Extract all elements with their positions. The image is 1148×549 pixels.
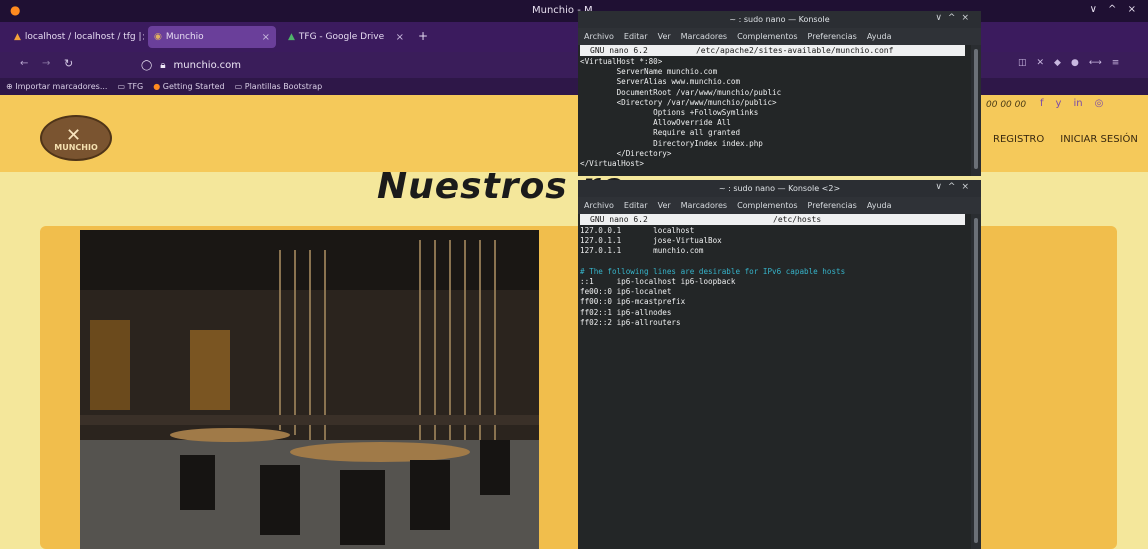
lock-icon: 🔒︎: [160, 59, 166, 71]
phone-number: 00 00 00: [986, 100, 1027, 110]
restaurant-photo: [80, 230, 539, 549]
terminal-line: 127.0.0.1 localhost: [580, 226, 695, 235]
scrollbar[interactable]: [971, 214, 981, 549]
window-controls[interactable]: ∨^×: [935, 13, 975, 23]
instagram-icon[interactable]: ◎: [1095, 98, 1104, 109]
bookmark-tfg[interactable]: ▭ TFG: [117, 82, 143, 91]
terminal-line: # The following lines are desirable for …: [580, 266, 846, 276]
reload-icon[interactable]: ↻: [64, 57, 73, 70]
tab-label: TFG - Google Drive: [298, 32, 385, 42]
terminal-line: ff02::2 ip6-allrouters: [580, 317, 681, 327]
terminal-line: </VirtualHost>: [580, 159, 645, 169]
toolbar-icons[interactable]: ◫✕◆●⟷≡: [1018, 58, 1129, 68]
window-controls[interactable]: ∨^×: [935, 182, 975, 192]
konsole-title-bar: ~ : sudo nano — Konsole <2> ∨^×: [578, 180, 981, 197]
login-link[interactable]: INICIAR SESIÓN: [1060, 134, 1138, 145]
konsole-title-bar: ~ : sudo nano — Konsole ∨^×: [578, 11, 981, 28]
konsole-title: ~ : sudo nano — Konsole: [729, 15, 830, 24]
terminal-line: ::1 ip6-localhost ip6-loopback: [580, 277, 736, 287]
menu-preferencias[interactable]: Preferencias: [808, 32, 857, 41]
new-tab-button[interactable]: +: [418, 29, 428, 43]
google-drive-icon: ▲: [288, 32, 295, 42]
firefox-logo-icon: ●: [10, 3, 21, 17]
restaurant-interior-illustration: [80, 230, 539, 549]
konsole-menu-bar: Archivo Editar Ver Marcadores Complement…: [578, 28, 981, 45]
menu-marcadores[interactable]: Marcadores: [681, 201, 727, 210]
konsole-menu-bar: Archivo Editar Ver Marcadores Complement…: [578, 197, 981, 214]
scrollbar[interactable]: [971, 45, 981, 176]
terminal-line: 127.0.1.1 jose-VirtualBox: [580, 236, 722, 246]
register-link[interactable]: REGISTRO: [993, 134, 1044, 145]
menu-archivo[interactable]: Archivo: [584, 201, 614, 210]
terminal-text[interactable]: <VirtualHost *:80> ServerName munchio.co…: [580, 57, 781, 169]
tab-label: Munchio: [165, 32, 204, 42]
konsole-title: ~ : sudo nano — Konsole <2>: [718, 184, 841, 193]
phpmyadmin-icon: ▲: [14, 32, 21, 42]
url-bar[interactable]: ◯ 🔒︎ munchio.com: [135, 56, 583, 74]
linkedin-icon[interactable]: in: [1073, 98, 1082, 109]
menu-ayuda[interactable]: Ayuda: [867, 32, 892, 41]
menu-preferencias[interactable]: Preferencias: [808, 201, 857, 210]
fork-knife-icon: ✕: [66, 125, 82, 146]
nano-header: GNU nano 6.2 /etc/apache2/sites-availabl…: [580, 45, 965, 56]
menu-archivo[interactable]: Archivo: [584, 32, 614, 41]
tab-label: localhost / localhost / tfg |: [24, 32, 142, 42]
menu-editar[interactable]: Editar: [624, 32, 648, 41]
bookmark-plantillas[interactable]: ▭ Plantillas Bootstrap: [235, 82, 323, 91]
menu-ayuda[interactable]: Ayuda: [867, 201, 892, 210]
terminal-line: ff02::1 ip6-allnodes: [580, 307, 672, 317]
terminal-line: Require all granted: [580, 128, 741, 138]
terminal-line: fe00::0 ip6-localnet: [580, 287, 672, 297]
konsole-window-hosts: ~ : sudo nano — Konsole <2> ∨^× Archivo …: [578, 180, 981, 549]
url-text: munchio.com: [173, 59, 242, 71]
menu-ver[interactable]: Ver: [658, 32, 671, 41]
forward-arrow-icon[interactable]: →: [42, 58, 50, 69]
terminal-line: ff00::0 ip6-mcastprefix: [580, 297, 686, 307]
tab-munchio[interactable]: ◉ Munchio ×: [148, 26, 276, 48]
munchio-favicon-icon: ◉: [154, 32, 162, 42]
close-tab-icon[interactable]: ×: [262, 32, 270, 43]
social-links: f y in ◎: [1040, 98, 1103, 109]
facebook-icon[interactable]: f: [1040, 98, 1044, 109]
close-tab-icon[interactable]: ×: [396, 32, 404, 43]
bookmark-import[interactable]: ⊕ Importar marcadores...: [6, 82, 107, 91]
terminal-line: ServerAlias www.munchio.com: [580, 77, 741, 87]
nano-header: GNU nano 6.2 /etc/hosts: [580, 214, 965, 225]
tab-google-drive[interactable]: ▲ TFG - Google Drive ×: [282, 26, 410, 48]
terminal-line: </Directory>: [580, 148, 672, 158]
konsole-window-apache: ~ : sudo nano — Konsole ∨^× Archivo Edit…: [578, 11, 981, 176]
terminal-line: ServerName munchio.com: [580, 67, 718, 77]
terminal-text[interactable]: 127.0.0.1 localhost 127.0.1.1 jose-Virtua…: [580, 226, 845, 328]
terminal-line: AllowOverride All: [580, 118, 731, 128]
menu-complementos[interactable]: Complementos: [737, 201, 797, 210]
twitter-icon[interactable]: y: [1056, 98, 1062, 109]
shield-icon: ◯: [141, 59, 153, 71]
terminal-line: 127.0.1.1 munchio.com: [580, 246, 704, 256]
tab-localhost[interactable]: ▲ localhost / localhost / tfg | ×: [8, 26, 144, 48]
menu-ver[interactable]: Ver: [658, 201, 671, 210]
menu-editar[interactable]: Editar: [624, 201, 648, 210]
terminal-line: DocumentRoot /var/www/munchio/public: [580, 87, 782, 97]
bookmark-getting-started[interactable]: ● Getting Started: [153, 82, 224, 91]
back-arrow-icon[interactable]: ←: [20, 58, 28, 69]
menu-complementos[interactable]: Complementos: [737, 32, 797, 41]
window-controls[interactable]: ∨ ^ ×: [1090, 4, 1140, 15]
terminal-line: <VirtualHost *:80>: [580, 57, 663, 66]
terminal-line: <Directory /var/www/munchio/public>: [580, 97, 777, 107]
terminal-line: Options +FollowSymlinks: [580, 108, 759, 118]
munchio-logo[interactable]: ✕ MUNCHIO: [40, 115, 112, 161]
terminal-line: DirectoryIndex index.php: [580, 138, 763, 148]
close-tab-icon[interactable]: ×: [142, 32, 144, 43]
site-nav: REGISTRO INICIAR SESIÓN: [993, 134, 1138, 145]
menu-marcadores[interactable]: Marcadores: [681, 32, 727, 41]
